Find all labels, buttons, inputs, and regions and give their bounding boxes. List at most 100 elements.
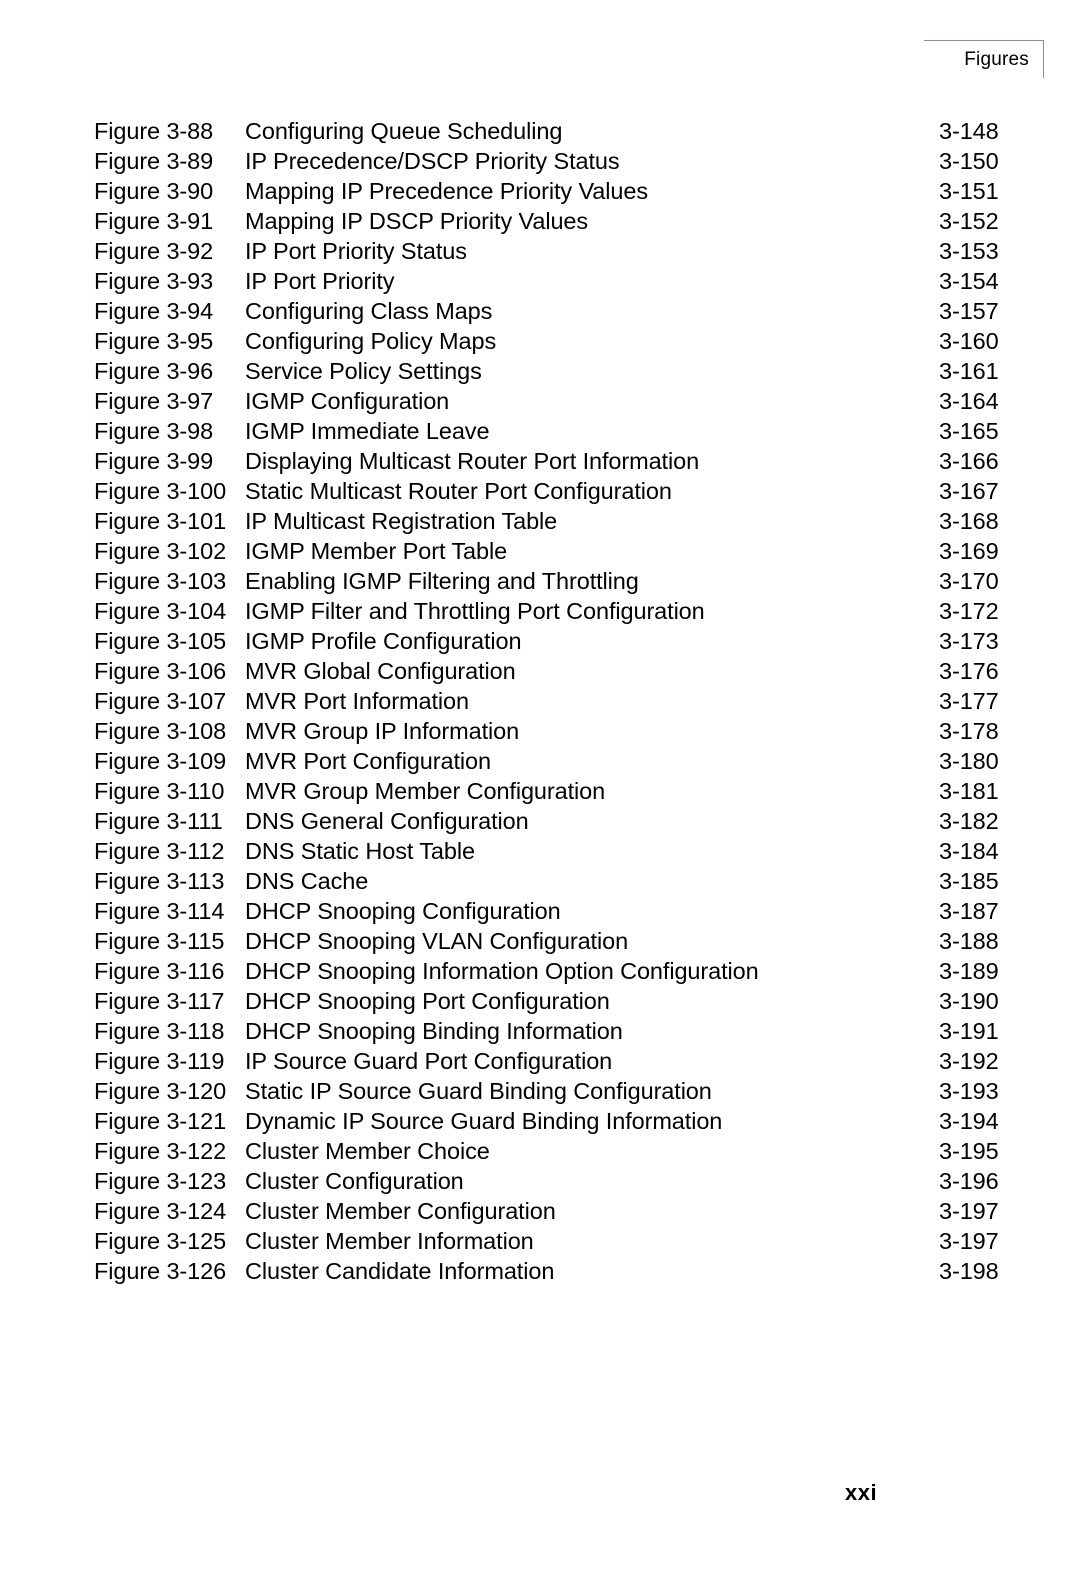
figure-number: Figure 3-99 bbox=[94, 448, 214, 474]
list-item[interactable]: Figure 3-122 Cluster Member Choice 3-195 bbox=[94, 1136, 1006, 1166]
list-item[interactable]: Figure 3-97 IGMP Configuration 3-164 bbox=[94, 386, 1006, 416]
list-item[interactable]: Figure 3-119 IP Source Guard Port Configu… bbox=[94, 1046, 1006, 1076]
list-item[interactable]: Figure 3-121 Dynamic IP Source Guard Bind… bbox=[94, 1106, 1006, 1136]
figure-title: IGMP Immediate Leave bbox=[245, 418, 490, 444]
figure-number: Figure 3-95 bbox=[94, 328, 214, 354]
figure-title: IP Multicast Registration Table bbox=[245, 508, 558, 534]
figure-page-number: 3-161 bbox=[939, 358, 999, 384]
list-item[interactable]: Figure 3-101 IP Multicast Registration Ta… bbox=[94, 506, 1006, 536]
list-item[interactable]: Figure 3-124 Cluster Member Configuration… bbox=[94, 1196, 1006, 1226]
figure-title: MVR Port Information bbox=[245, 688, 469, 714]
figure-page-number: 3-165 bbox=[939, 418, 999, 444]
list-item[interactable]: Figure 3-110 MVR Group Member Configurati… bbox=[94, 776, 1006, 806]
figure-title: Cluster Configuration bbox=[245, 1168, 464, 1194]
figure-title: IGMP Configuration bbox=[245, 388, 450, 414]
figure-title: Cluster Candidate Information bbox=[245, 1258, 555, 1284]
figure-number: Figure 3-89 bbox=[94, 148, 214, 174]
list-item[interactable]: Figure 3-95 Configuring Policy Maps 3-160 bbox=[94, 326, 1006, 356]
list-item[interactable]: Figure 3-91 Mapping IP DSCP Priority Valu… bbox=[94, 206, 1006, 236]
running-header: Figures bbox=[924, 40, 1044, 78]
figure-number: Figure 3-88 bbox=[94, 118, 214, 144]
figure-page-number: 3-187 bbox=[939, 898, 999, 924]
figure-page-number: 3-177 bbox=[939, 688, 999, 714]
list-item[interactable]: Figure 3-111 DNS General Configuration 3-1… bbox=[94, 806, 1006, 836]
figure-page-number: 3-157 bbox=[939, 298, 999, 324]
figure-title: Service Policy Settings bbox=[245, 358, 482, 384]
list-item[interactable]: Figure 3-112 DNS Static Host Table 3-184 bbox=[94, 836, 1006, 866]
list-item[interactable]: Figure 3-105 IGMP Profile Configuration 3-… bbox=[94, 626, 1006, 656]
figure-page-number: 3-150 bbox=[939, 148, 999, 174]
list-item[interactable]: Figure 3-117 DHCP Snooping Port Configura… bbox=[94, 986, 1006, 1016]
figure-number: Figure 3-110 bbox=[94, 778, 225, 804]
list-item[interactable]: Figure 3-99 Displaying Multicast Router P… bbox=[94, 446, 1006, 476]
figure-number: Figure 3-111 bbox=[94, 808, 223, 834]
figure-number: Figure 3-116 bbox=[94, 958, 225, 984]
list-item[interactable]: Figure 3-98 IGMP Immediate Leave 3-165 bbox=[94, 416, 1006, 446]
list-item[interactable]: Figure 3-92 IP Port Priority Status 3-153 bbox=[94, 236, 1006, 266]
list-item[interactable]: Figure 3-90 Mapping IP Precedence Priorit… bbox=[94, 176, 1006, 206]
figure-page-number: 3-154 bbox=[939, 268, 999, 294]
list-item[interactable]: Figure 3-94 Configuring Class Maps 3-157 bbox=[94, 296, 1006, 326]
figure-number: Figure 3-123 bbox=[94, 1168, 227, 1194]
list-item[interactable]: Figure 3-120 Static IP Source Guard Bindi… bbox=[94, 1076, 1006, 1106]
list-item[interactable]: Figure 3-114 DHCP Snooping Configuration 3… bbox=[94, 896, 1006, 926]
figure-title: Cluster Member Configuration bbox=[245, 1198, 556, 1224]
figure-title: Enabling IGMP Filtering and Throttling bbox=[245, 568, 639, 594]
list-item[interactable]: Figure 3-88 Configuring Queue Scheduling 3… bbox=[94, 116, 1006, 146]
figure-number: Figure 3-114 bbox=[94, 898, 225, 924]
document-page: Figures Figure 3-88 Configuring Queue Sch… bbox=[0, 0, 1080, 1570]
list-item[interactable]: Figure 3-113 DNS Cache 3-185 bbox=[94, 866, 1006, 896]
list-item[interactable]: Figure 3-109 MVR Port Configuration 3-180 bbox=[94, 746, 1006, 776]
figure-title: MVR Group IP Information bbox=[245, 718, 520, 744]
list-item[interactable]: Figure 3-126 Cluster Candidate Informatio… bbox=[94, 1256, 1006, 1286]
figure-page-number: 3-173 bbox=[939, 628, 999, 654]
list-item[interactable]: Figure 3-107 MVR Port Information 3-177 bbox=[94, 686, 1006, 716]
list-item[interactable]: Figure 3-89 IP Precedence/DSCP Priority S… bbox=[94, 146, 1006, 176]
list-item[interactable]: Figure 3-125 Cluster Member Information 3-… bbox=[94, 1226, 1006, 1256]
figure-page-number: 3-148 bbox=[939, 118, 999, 144]
figure-number: Figure 3-98 bbox=[94, 418, 214, 444]
figure-number: Figure 3-125 bbox=[94, 1228, 227, 1254]
figure-number: Figure 3-107 bbox=[94, 688, 227, 714]
figure-page-number: 3-152 bbox=[939, 208, 999, 234]
figure-title: IP Source Guard Port Configuration bbox=[245, 1048, 613, 1074]
figure-page-number: 3-166 bbox=[939, 448, 999, 474]
figure-number: Figure 3-91 bbox=[94, 208, 214, 234]
figure-title: IP Port Priority bbox=[245, 268, 395, 294]
list-item[interactable]: Figure 3-96 Service Policy Settings 3-161 bbox=[94, 356, 1006, 386]
figure-number: Figure 3-100 bbox=[94, 478, 227, 504]
list-item[interactable]: Figure 3-123 Cluster Configuration 3-196 bbox=[94, 1166, 1006, 1196]
figure-number: Figure 3-103 bbox=[94, 568, 227, 594]
figure-page-number: 3-198 bbox=[939, 1258, 999, 1284]
figure-page-number: 3-170 bbox=[939, 568, 999, 594]
list-item[interactable]: Figure 3-118 DHCP Snooping Binding Inform… bbox=[94, 1016, 1006, 1046]
list-item[interactable]: Figure 3-116 DHCP Snooping Information Op… bbox=[94, 956, 1006, 986]
list-item[interactable]: Figure 3-100 Static Multicast Router Port… bbox=[94, 476, 1006, 506]
figure-title: DNS Cache bbox=[245, 868, 369, 894]
figure-title: Cluster Member Choice bbox=[245, 1138, 490, 1164]
list-item[interactable]: Figure 3-103 Enabling IGMP Filtering and … bbox=[94, 566, 1006, 596]
figure-number: Figure 3-106 bbox=[94, 658, 227, 684]
figure-number: Figure 3-122 bbox=[94, 1138, 227, 1164]
figure-page-number: 3-182 bbox=[939, 808, 999, 834]
figure-number: Figure 3-126 bbox=[94, 1258, 227, 1284]
figure-title: MVR Group Member Configuration bbox=[245, 778, 606, 804]
list-item[interactable]: Figure 3-104 IGMP Filter and Throttling P… bbox=[94, 596, 1006, 626]
figure-page-number: 3-196 bbox=[939, 1168, 999, 1194]
list-item[interactable]: Figure 3-115 DHCP Snooping VLAN Configura… bbox=[94, 926, 1006, 956]
figure-title: Mapping IP Precedence Priority Values bbox=[245, 178, 648, 204]
figure-title: Configuring Policy Maps bbox=[245, 328, 497, 354]
figure-title: Configuring Class Maps bbox=[245, 298, 493, 324]
figure-title: MVR Global Configuration bbox=[245, 658, 516, 684]
figure-page-number: 3-160 bbox=[939, 328, 999, 354]
figure-page-number: 3-151 bbox=[939, 178, 999, 204]
list-item[interactable]: Figure 3-102 IGMP Member Port Table 3-169 bbox=[94, 536, 1006, 566]
list-item[interactable]: Figure 3-93 IP Port Priority 3-154 bbox=[94, 266, 1006, 296]
list-item[interactable]: Figure 3-106 MVR Global Configuration 3-17… bbox=[94, 656, 1006, 686]
figure-title: Configuring Queue Scheduling bbox=[245, 118, 563, 144]
figure-number: Figure 3-96 bbox=[94, 358, 214, 384]
figure-title: MVR Port Configuration bbox=[245, 748, 491, 774]
figure-title: IGMP Member Port Table bbox=[245, 538, 508, 564]
figure-page-number: 3-180 bbox=[939, 748, 999, 774]
list-item[interactable]: Figure 3-108 MVR Group IP Information 3-17… bbox=[94, 716, 1006, 746]
